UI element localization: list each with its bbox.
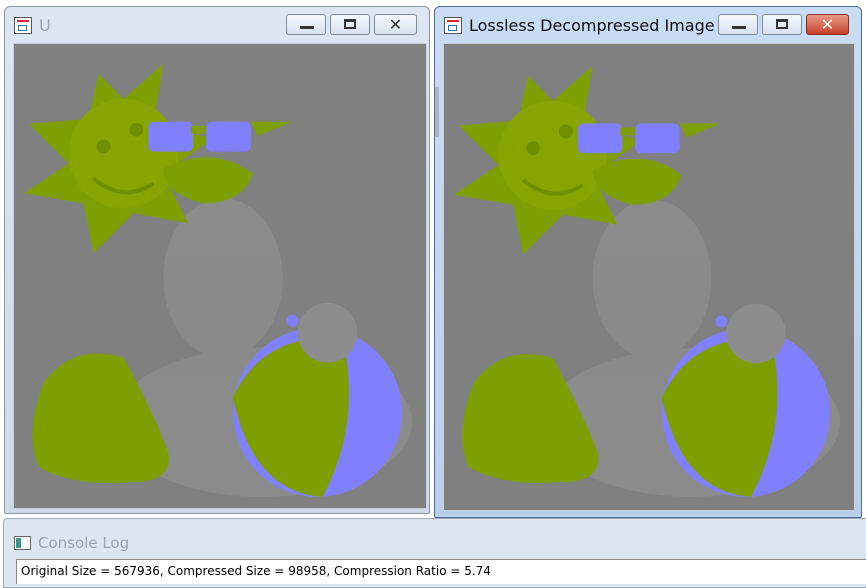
console-log-panel[interactable]: Console Log Original Size = 567936, Comp…	[3, 518, 866, 588]
image-canvas	[13, 43, 427, 509]
maximize-icon	[776, 19, 788, 29]
minimize-icon	[732, 26, 746, 29]
close-button[interactable]: ✕	[374, 14, 417, 35]
app-image-icon	[444, 17, 462, 34]
image-window-decompressed[interactable]: Lossless Decompressed Image ✕	[434, 6, 862, 518]
image-canvas	[443, 43, 855, 511]
maximize-icon	[344, 19, 356, 29]
image-picture	[21, 62, 415, 499]
maximize-button[interactable]	[330, 14, 370, 35]
maximize-button[interactable]	[762, 14, 802, 35]
close-icon: ✕	[388, 15, 403, 34]
close-button[interactable]: ✕	[806, 14, 849, 35]
window-title: Lossless Decompressed Image	[469, 16, 715, 35]
app-image-icon	[14, 17, 32, 34]
minimize-button[interactable]	[286, 14, 326, 35]
minimize-icon	[300, 26, 314, 29]
console-title: Console Log	[38, 534, 130, 552]
close-icon: ✕	[820, 15, 835, 34]
image-picture	[451, 64, 843, 499]
image-window-source[interactable]: U ✕	[4, 6, 430, 514]
window-title: U	[39, 16, 51, 35]
window-resize-edge[interactable]	[435, 87, 439, 137]
console-output[interactable]: Original Size = 567936, Compressed Size …	[16, 559, 866, 584]
minimize-button[interactable]	[718, 14, 758, 35]
window-titlebar[interactable]: U ✕	[5, 7, 429, 41]
window-titlebar[interactable]: Lossless Decompressed Image ✕	[435, 7, 861, 41]
console-icon	[14, 536, 31, 550]
console-message: Original Size = 567936, Compressed Size …	[21, 564, 491, 578]
